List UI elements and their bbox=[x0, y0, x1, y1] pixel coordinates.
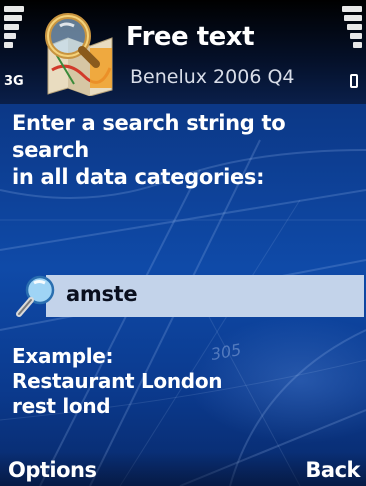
options-softkey[interactable]: Options bbox=[8, 458, 97, 482]
title-bar: 3G Free text Benelux 2006 Q4 bbox=[0, 0, 366, 104]
search-example: Example: Restaurant London rest lond bbox=[12, 344, 223, 419]
search-input[interactable]: amste bbox=[46, 275, 364, 317]
battery-icon bbox=[350, 74, 358, 88]
signal-strength-indicator bbox=[4, 6, 28, 51]
search-instructions: Enter a search string to search in all d… bbox=[12, 110, 362, 191]
screen: 305 3G Free text Benelux 2006 Q4 Enter a… bbox=[0, 0, 366, 486]
example-line-1: Restaurant London bbox=[12, 369, 223, 393]
instructions-line-1: Enter a search string to search bbox=[12, 111, 286, 162]
map-search-app-icon bbox=[45, 13, 113, 96]
softkey-bar: Options Back bbox=[0, 452, 366, 486]
back-softkey[interactable]: Back bbox=[305, 458, 360, 482]
search-input-value[interactable]: amste bbox=[66, 282, 138, 306]
example-line-2: rest lond bbox=[12, 394, 111, 418]
page-title: Free text bbox=[126, 22, 255, 52]
network-type-label: 3G bbox=[4, 74, 24, 89]
example-heading: Example: bbox=[12, 344, 114, 368]
magnifier-icon bbox=[16, 275, 55, 317]
map-dataset-subtitle: Benelux 2006 Q4 bbox=[130, 66, 295, 88]
battery-indicator bbox=[338, 6, 362, 51]
instructions-line-2: in all data categories: bbox=[12, 165, 265, 189]
